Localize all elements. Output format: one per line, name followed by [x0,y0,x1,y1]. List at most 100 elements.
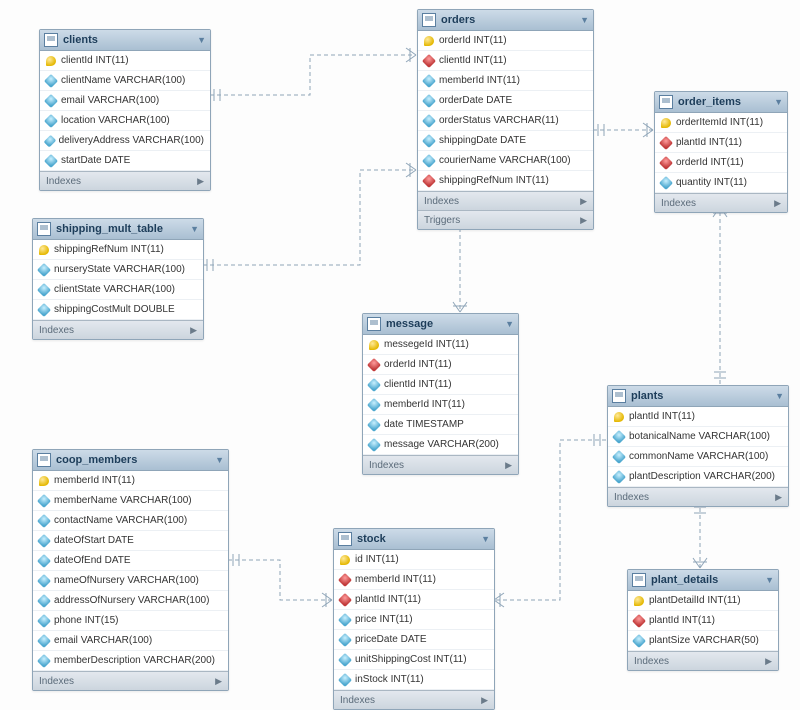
column-row[interactable]: memberId INT(11) [418,71,593,91]
column-row[interactable]: startDate DATE [40,151,210,171]
table-header[interactable]: plants▼ [608,386,788,407]
column-row[interactable]: messegeId INT(11) [363,335,518,355]
column-row[interactable]: addressOfNursery VARCHAR(100) [33,591,228,611]
entity-stock[interactable]: stock▼id INT(11)memberId INT(11)plantId … [333,528,495,710]
chevron-right-icon[interactable]: ▶ [197,176,204,187]
column-row[interactable]: deliveryAddress VARCHAR(100) [40,131,210,151]
column-row[interactable]: phone INT(15) [33,611,228,631]
chevron-right-icon[interactable]: ▶ [765,656,772,667]
triggers-section[interactable]: Triggers▶ [418,210,593,229]
column-row[interactable]: orderId INT(11) [418,31,593,51]
column-row[interactable]: orderItemId INT(11) [655,113,787,133]
column-row[interactable]: location VARCHAR(100) [40,111,210,131]
entity-plant_details[interactable]: plant_details▼plantDetailId INT(11)plant… [627,569,779,671]
chevron-right-icon[interactable]: ▶ [505,460,512,471]
entity-coop_members[interactable]: coop_members▼memberId INT(11)memberName … [32,449,229,691]
column-row[interactable]: quantity INT(11) [655,173,787,193]
column-row[interactable]: dateOfStart DATE [33,531,228,551]
column-row[interactable]: clientId INT(11) [418,51,593,71]
indexes-section[interactable]: Indexes▶ [334,690,494,709]
column-row[interactable]: dateOfEnd DATE [33,551,228,571]
indexes-section[interactable]: Indexes▶ [628,651,778,670]
column-row[interactable]: memberId INT(11) [334,570,494,590]
column-row[interactable]: email VARCHAR(100) [33,631,228,651]
entity-shipping_mult_table[interactable]: shipping_mult_table▼shippingRefNum INT(1… [32,218,204,340]
column-row[interactable]: inStock INT(11) [334,670,494,690]
chevron-right-icon[interactable]: ▶ [775,492,782,503]
column-row[interactable]: commonName VARCHAR(100) [608,447,788,467]
column-row[interactable]: price INT(11) [334,610,494,630]
chevron-down-icon[interactable]: ▼ [505,319,514,329]
column-row[interactable]: botanicalName VARCHAR(100) [608,427,788,447]
chevron-right-icon[interactable]: ▶ [190,325,197,336]
column-row[interactable]: plantId INT(11) [334,590,494,610]
column-row[interactable]: shippingRefNum INT(11) [418,171,593,191]
chevron-down-icon[interactable]: ▼ [774,97,783,107]
chevron-down-icon[interactable]: ▼ [765,575,774,585]
column-row[interactable]: memberName VARCHAR(100) [33,491,228,511]
entity-orders[interactable]: orders▼orderId INT(11)clientId INT(11)me… [417,9,594,230]
indexes-section[interactable]: Indexes▶ [33,320,203,339]
chevron-right-icon[interactable]: ▶ [481,695,488,706]
entity-plants[interactable]: plants▼plantId INT(11)botanicalName VARC… [607,385,789,507]
indexes-section[interactable]: Indexes▶ [608,487,788,506]
column-row[interactable]: unitShippingCost INT(11) [334,650,494,670]
column-row[interactable]: email VARCHAR(100) [40,91,210,111]
entity-message[interactable]: message▼messegeId INT(11)orderId INT(11)… [362,313,519,475]
table-header[interactable]: clients▼ [40,30,210,51]
column-row[interactable]: id INT(11) [334,550,494,570]
chevron-right-icon[interactable]: ▶ [580,196,587,207]
table-header[interactable]: stock▼ [334,529,494,550]
column-row[interactable]: clientState VARCHAR(100) [33,280,203,300]
indexes-section[interactable]: Indexes▶ [40,171,210,190]
column-row[interactable]: memberId INT(11) [363,395,518,415]
entity-clients[interactable]: clients▼clientId INT(11)clientName VARCH… [39,29,211,191]
chevron-down-icon[interactable]: ▼ [481,534,490,544]
column-row[interactable]: clientName VARCHAR(100) [40,71,210,91]
column-row[interactable]: nameOfNursery VARCHAR(100) [33,571,228,591]
column-row[interactable]: plantDescription VARCHAR(200) [608,467,788,487]
column-row[interactable]: nurseryState VARCHAR(100) [33,260,203,280]
column-row[interactable]: date TIMESTAMP [363,415,518,435]
table-header[interactable]: plant_details▼ [628,570,778,591]
column-row[interactable]: shippingRefNum INT(11) [33,240,203,260]
column-name: deliveryAddress [59,135,130,146]
table-header[interactable]: shipping_mult_table▼ [33,219,203,240]
chevron-right-icon[interactable]: ▶ [215,676,222,687]
column-row[interactable]: plantId INT(11) [608,407,788,427]
chevron-down-icon[interactable]: ▼ [197,35,206,45]
table-header[interactable]: order_items▼ [655,92,787,113]
column-row[interactable]: plantId INT(11) [655,133,787,153]
column-row[interactable]: shippingCostMult DOUBLE [33,300,203,320]
indexes-section[interactable]: Indexes▶ [363,455,518,474]
table-header[interactable]: message▼ [363,314,518,335]
column-row[interactable]: orderDate DATE [418,91,593,111]
chevron-down-icon[interactable]: ▼ [215,455,224,465]
indexes-section[interactable]: Indexes▶ [418,191,593,210]
column-row[interactable]: shippingDate DATE [418,131,593,151]
column-row[interactable]: priceDate DATE [334,630,494,650]
column-row[interactable]: plantSize VARCHAR(50) [628,631,778,651]
column-row[interactable]: clientId INT(11) [40,51,210,71]
table-header[interactable]: orders▼ [418,10,593,31]
indexes-section[interactable]: Indexes▶ [33,671,228,690]
column-row[interactable]: contactName VARCHAR(100) [33,511,228,531]
chevron-down-icon[interactable]: ▼ [775,391,784,401]
column-row[interactable]: plantDetailId INT(11) [628,591,778,611]
chevron-down-icon[interactable]: ▼ [190,224,199,234]
chevron-down-icon[interactable]: ▼ [580,15,589,25]
table-header[interactable]: coop_members▼ [33,450,228,471]
column-row[interactable]: courierName VARCHAR(100) [418,151,593,171]
column-row[interactable]: orderId INT(11) [655,153,787,173]
column-row[interactable]: memberDescription VARCHAR(200) [33,651,228,671]
column-row[interactable]: orderStatus VARCHAR(11) [418,111,593,131]
chevron-right-icon[interactable]: ▶ [580,215,587,226]
column-row[interactable]: clientId INT(11) [363,375,518,395]
indexes-section[interactable]: Indexes▶ [655,193,787,212]
column-row[interactable]: memberId INT(11) [33,471,228,491]
column-row[interactable]: orderId INT(11) [363,355,518,375]
chevron-right-icon[interactable]: ▶ [774,198,781,209]
column-row[interactable]: message VARCHAR(200) [363,435,518,455]
column-row[interactable]: plantId INT(11) [628,611,778,631]
entity-order_items[interactable]: order_items▼orderItemId INT(11)plantId I… [654,91,788,213]
